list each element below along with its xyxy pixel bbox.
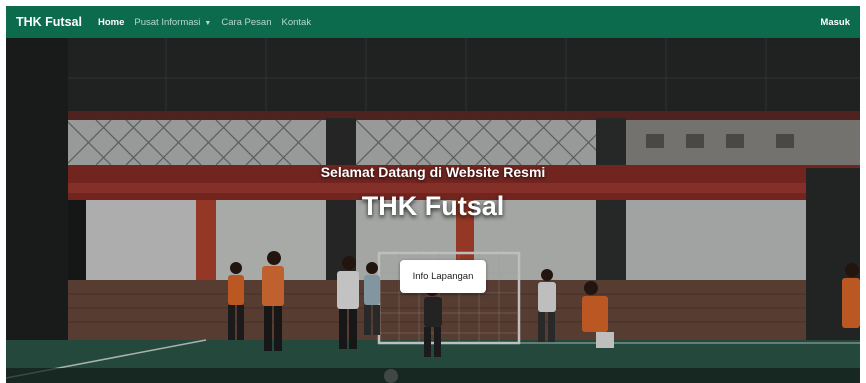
login-link[interactable]: Masuk bbox=[820, 17, 850, 28]
hero-title: THK Futsal bbox=[361, 191, 505, 221]
page-frame: THK Futsal Home Pusat Informasi ▼ Cara Pe… bbox=[6, 6, 860, 383]
nav-home[interactable]: Home bbox=[98, 17, 124, 28]
hero-subtitle: Selamat Datang di Website Resmi bbox=[320, 164, 546, 180]
nav-kontak[interactable]: Kontak bbox=[282, 17, 312, 28]
info-lapangan-button[interactable]: Info Lapangan bbox=[400, 260, 486, 293]
hero-section: Selamat Datang di Website Resmi THK Futs… bbox=[6, 38, 860, 383]
navbar: THK Futsal Home Pusat Informasi ▼ Cara Pe… bbox=[6, 6, 860, 38]
nav-pusat-informasi[interactable]: Pusat Informasi ▼ bbox=[134, 17, 211, 28]
caret-down-icon: ▼ bbox=[204, 19, 212, 27]
hero-content: Selamat Datang di Website Resmi THK Futs… bbox=[6, 38, 860, 383]
brand-logo[interactable]: THK Futsal bbox=[16, 15, 82, 29]
nav-pusat-informasi-label: Pusat Informasi bbox=[134, 16, 201, 28]
nav-cara-pesan[interactable]: Cara Pesan bbox=[221, 17, 271, 28]
nav-links: Home Pusat Informasi ▼ Cara Pesan Kontak bbox=[98, 17, 311, 28]
